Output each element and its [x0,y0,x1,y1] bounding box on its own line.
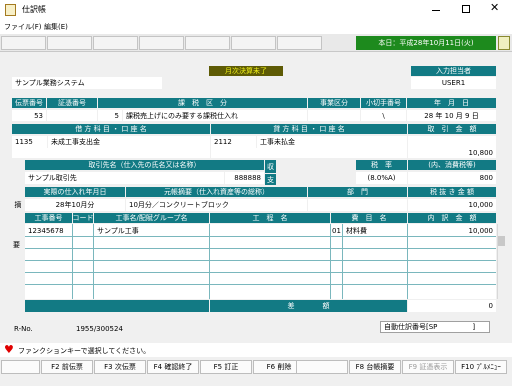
detail-header-himoku: 費 目 名 [331,213,407,223]
menu-bar [0,20,512,34]
header-zeinuki: 税 抜 き 金 額 [408,187,496,197]
fkey-1[interactable]: F2 前伝票 [41,360,93,374]
fkey-2[interactable]: F3 次伝票 [94,360,146,374]
moto-value[interactable]: 10月分／コンクリートブロック [126,199,307,211]
month-value[interactable]: 28年10月分 [25,199,125,211]
detail-row-name[interactable]: サンプル工事 [94,225,209,236]
header-kazei: 課 税 区 分 [98,98,307,108]
detail-header-uchiwake: 内 訳 金 額 [408,213,496,223]
sagaku-label: 差 額 [210,300,407,312]
teki-label: 摘 [14,201,22,209]
menu-edit[interactable]: 編集(E) [44,22,68,32]
company-name: サンプル業務システム [12,77,162,89]
date-value[interactable]: 28 年 10 月 9 日 [407,110,496,121]
header-rate: 税 率 [356,160,407,170]
header-shoko: 証憑番号 [47,98,97,108]
header-jigyo: 事業区分 [308,98,360,108]
fkey-8[interactable]: F10 ﾌﾟﾙﾒﾆｭｰ [455,360,507,374]
toolbar-button-6[interactable] [231,36,276,50]
heart-icon: ♥ [4,343,14,356]
header-date: 年 月 日 [407,98,496,108]
detail-header-kotei: 工 程 名 [210,213,330,223]
tax-amount: 800 [408,172,496,184]
detail-header-koji: 工事番号 [25,213,72,223]
header-credit: 貸 方 科 目 ・ 口 座 名 [211,124,407,134]
minimize-icon[interactable] [432,10,440,11]
month-close-status: 月次決算未了 [209,66,283,76]
rno-label: R-No. [14,325,33,333]
header-denpyo: 伝票番号 [12,98,46,108]
torihiki-name[interactable]: サンプル取引先 [25,172,224,184]
detail-header-code: コード [73,213,93,223]
close-icon[interactable]: ✕ [490,2,499,14]
fkey-3[interactable]: F4 確認終了 [147,360,199,374]
menu-file[interactable]: ファイル(F) [4,22,42,32]
sagaku-bar-left [25,300,209,312]
inputter-label: 入力担当者 [411,66,496,76]
debit-name: 未成工事支出金 [48,136,210,148]
toolbar-button-4[interactable] [139,36,184,50]
rno-value: 1955/300524 [76,325,123,333]
denpyo-number[interactable]: 53 [12,110,46,121]
detail-row-amount[interactable]: 10,000 [408,225,496,236]
status-text: ファンクションキーで選択してください。 [18,347,151,355]
inputter-value: USER1 [411,77,496,89]
ledger-app-icon [5,4,16,16]
header-torihiki: 取引先名（仕入先の氏名又は名称） [25,160,264,170]
side-shi: 支 [265,174,276,185]
kazei-name: 課税売上げにのみ要する課税仕入れ [123,110,307,121]
header-moto: 元帳摘要（仕入れ資産等の総称） [126,187,307,197]
window-title: 仕訳帳 [22,5,46,14]
zeinuki-value: 10,000 [408,199,496,211]
kazei-code[interactable]: 5 [98,110,122,121]
credit-code[interactable]: 2112 [211,136,256,148]
fkey-7: F9 証憑表示 [402,360,454,374]
toolbar-button-7[interactable] [277,36,322,50]
debit-code[interactable]: 1135 [12,136,47,148]
detail-row-koji[interactable]: 12345678 [25,225,72,236]
shoko-number[interactable] [47,110,97,121]
scrollbar-thumb[interactable] [498,236,505,246]
sagaku-value: 0 [408,300,496,312]
today-date: 本日：平成28年10月11日(火) [356,36,496,50]
header-bumon: 部 門 [308,187,407,197]
toolbar-button-5[interactable] [185,36,230,50]
yo-label: 要 [13,241,20,249]
debit-sub [12,148,210,158]
header-debit: 借 方 科 目 ・ 口 座 名 [12,124,210,134]
credit-name: 工事未払金 [257,136,407,148]
toolbar-button-2[interactable] [47,36,92,50]
auto-journal-number: 自動仕訳番号[SP ] [380,321,490,333]
header-amount: 取 引 金 額 [408,124,496,134]
detail-row-himoku-code[interactable]: 01 [331,225,342,236]
toolbar-button-3[interactable] [93,36,138,50]
fkey-6[interactable]: F8 台帳摘要 [349,360,401,374]
kogitte-value[interactable]: \ [361,110,406,121]
maximize-icon[interactable] [462,5,470,13]
tax-rate[interactable]: (8.0%A) [356,172,407,184]
torihiki-code: 888888 [225,172,264,184]
header-kogitte: 小切手番号 [361,98,406,108]
header-tax: (内、消費税等) [408,160,496,170]
jigyo-value[interactable] [308,110,360,121]
fkey-empty-1 [1,360,40,374]
detail-header-name: 工事名/配賦グループ名 [94,213,209,223]
side-shu: 収 [265,160,276,173]
bumon-value[interactable] [308,199,407,211]
header-month: 実際の仕入れ年月日 [25,187,125,197]
fkey-4[interactable]: F5 訂正 [200,360,252,374]
tree-icon[interactable] [498,36,510,50]
detail-row-himoku: 材料費 [346,226,367,235]
amount-value[interactable]: 10,800 [408,136,496,158]
fkey-empty-2 [296,360,348,374]
credit-sub [211,148,407,158]
toolbar-button-1[interactable] [1,36,46,50]
